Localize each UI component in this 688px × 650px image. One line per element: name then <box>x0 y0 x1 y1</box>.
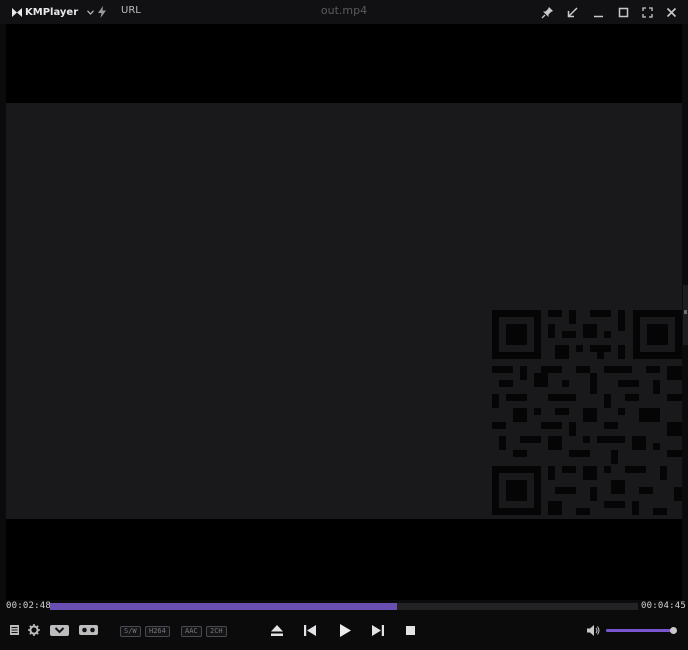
vr-button[interactable] <box>78 624 98 636</box>
mute-button[interactable] <box>586 624 600 636</box>
speaker-icon <box>586 624 599 636</box>
playlist-button[interactable] <box>8 624 20 636</box>
seek-bar-progress <box>50 603 397 610</box>
minimize-button[interactable] <box>590 4 606 20</box>
eject-icon <box>271 624 283 636</box>
codec-badge-channels[interactable]: 2CH <box>206 626 227 637</box>
capture-button[interactable] <box>49 624 69 636</box>
stop-button[interactable] <box>404 624 416 636</box>
app-menu-button[interactable]: KMPlayer <box>12 4 95 20</box>
play-button[interactable] <box>337 622 353 638</box>
next-button[interactable] <box>371 623 385 637</box>
app-name: KMPlayer <box>25 6 79 18</box>
skip-next-icon <box>372 624 384 636</box>
capture-icon <box>49 624 69 636</box>
video-area[interactable] <box>6 24 682 600</box>
side-panel-handle[interactable] <box>683 285 688 345</box>
fullscreen-button[interactable] <box>639 4 655 20</box>
close-button[interactable] <box>663 4 679 20</box>
vr-goggles-icon <box>78 625 98 635</box>
minimize-icon <box>593 15 603 17</box>
arrow-down-left-icon <box>567 6 578 17</box>
volume-level <box>606 629 673 632</box>
pin-icon <box>541 6 553 18</box>
pin-button[interactable] <box>539 4 555 20</box>
url-button[interactable]: URL <box>121 5 141 16</box>
current-time: 00:02:48 <box>6 601 51 611</box>
kmplayer-logo-icon <box>12 7 22 17</box>
total-time: 00:04:45 <box>641 601 686 611</box>
control-bar: S/W H264 AAC 2CH <box>0 614 688 650</box>
volume-slider[interactable] <box>606 629 673 632</box>
maximize-icon <box>618 7 628 17</box>
playlist-icon <box>9 625 19 635</box>
codec-badge-decoder[interactable]: S/W <box>120 626 141 637</box>
fullscreen-icon <box>641 6 653 18</box>
volume-slider-knob[interactable] <box>670 627 677 634</box>
stop-icon <box>405 625 415 635</box>
maximize-button[interactable] <box>615 4 631 20</box>
qr-code-image <box>492 310 682 515</box>
skip-previous-icon <box>304 624 316 636</box>
codec-badge-video[interactable]: H264 <box>145 626 170 637</box>
settings-button[interactable] <box>27 623 41 637</box>
play-icon <box>340 623 351 637</box>
seek-row: 00:02:48 00:04:45 <box>0 600 688 614</box>
side-panel-handle-grip <box>684 310 687 314</box>
previous-button[interactable] <box>303 623 317 637</box>
lightning-icon[interactable] <box>97 6 107 18</box>
video-frame <box>6 103 682 519</box>
eject-button[interactable] <box>270 623 284 637</box>
codec-badge-audio[interactable]: AAC <box>181 626 202 637</box>
mini-mode-button[interactable] <box>564 4 580 20</box>
chevron-down-icon <box>87 9 95 15</box>
gear-icon <box>28 624 40 636</box>
seek-bar[interactable] <box>50 603 638 610</box>
close-icon <box>666 7 676 17</box>
title-bar: KMPlayer URL out.mp4 <box>0 0 688 24</box>
